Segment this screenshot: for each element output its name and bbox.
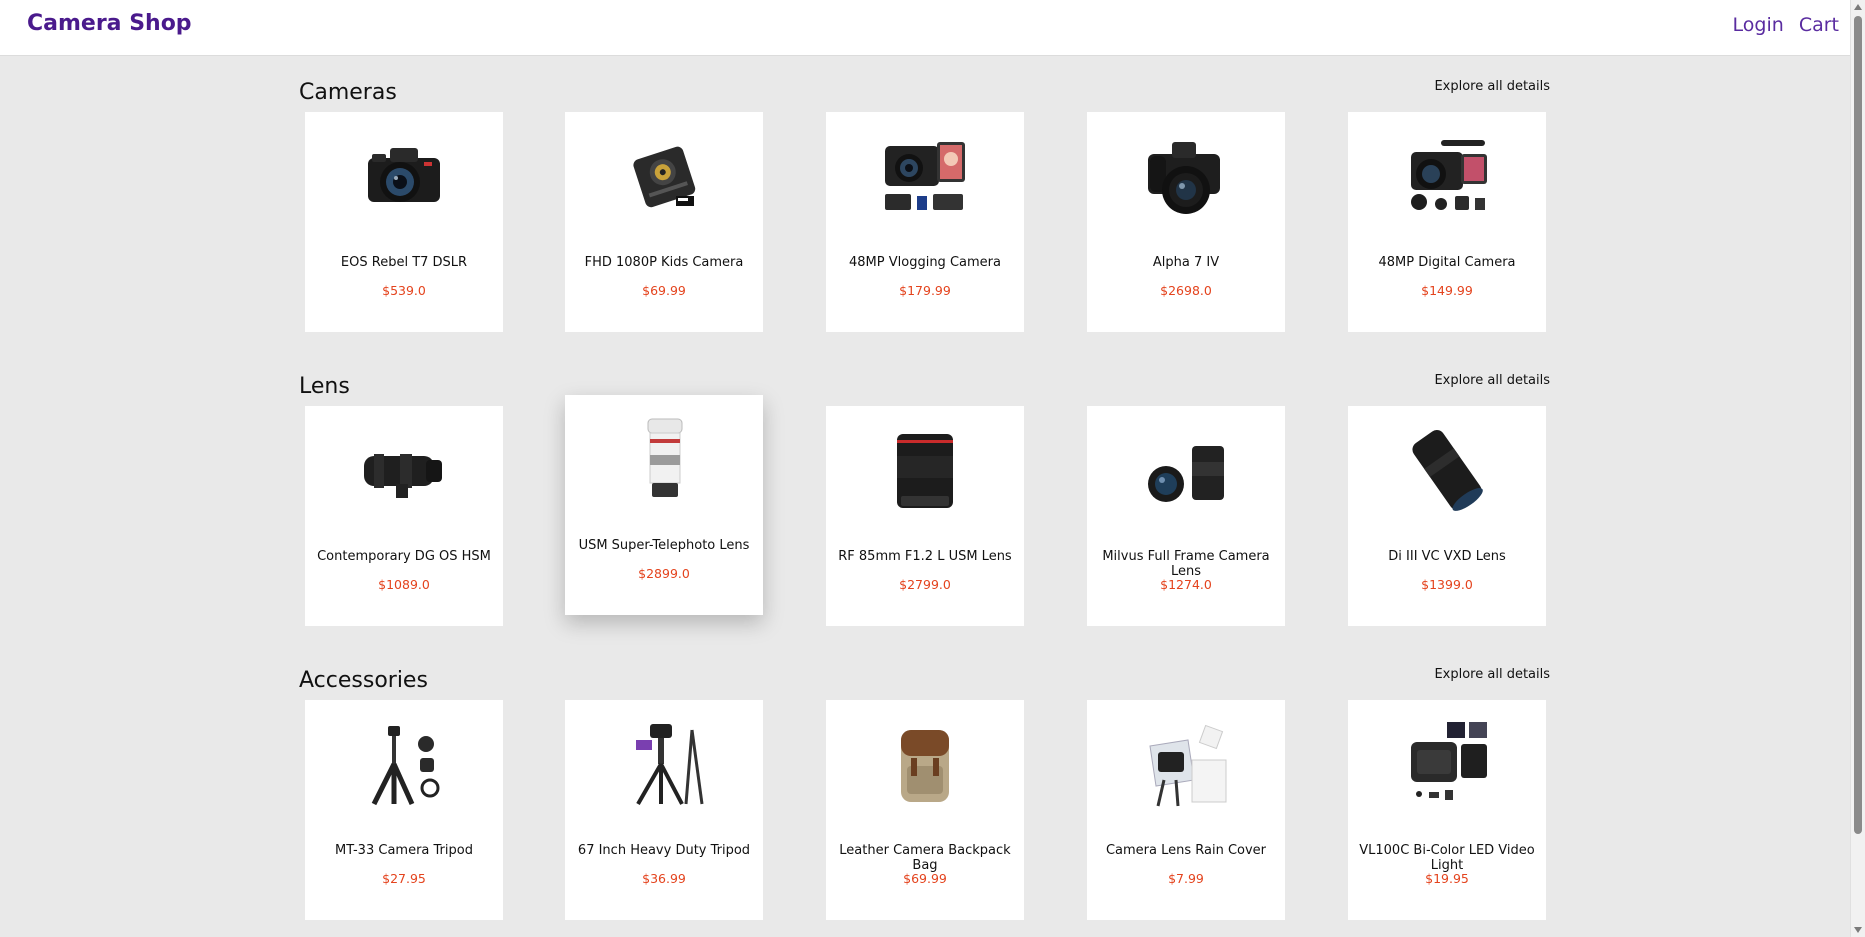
tripod-icon: [636, 724, 704, 805]
login-link[interactable]: Login: [1733, 14, 1784, 36]
product-price: $2899.0: [638, 566, 690, 581]
telephoto-lens-icon: [647, 418, 683, 497]
product-card[interactable]: MT-33 Camera Tripod $27.95: [305, 700, 503, 920]
backpack-icon: [901, 730, 949, 802]
section-cameras: Cameras Explore all details EOS Rebel T7…: [299, 79, 1550, 332]
cart-link[interactable]: Cart: [1799, 14, 1839, 36]
product-card[interactable]: Leather Camera Backpack Bag $69.99: [826, 700, 1024, 920]
scrollbar[interactable]: [1850, 0, 1865, 937]
product-card[interactable]: FHD 1080P Kids Camera $69.99: [565, 112, 763, 332]
brand-logo[interactable]: Camera Shop: [27, 11, 192, 36]
product-card[interactable]: VL100C Bi-Color LED Video Light $19.95: [1348, 700, 1546, 920]
nav-links: Login Cart: [1724, 14, 1839, 36]
product-price: $69.99: [903, 871, 947, 886]
product-card[interactable]: 67 Inch Heavy Duty Tripod $36.99: [565, 700, 763, 920]
product-price: $7.99: [1168, 871, 1204, 886]
product-name: Leather Camera Backpack Bag: [839, 843, 1011, 873]
scrollbar-thumb[interactable]: [1854, 16, 1862, 834]
product-price: $27.95: [382, 871, 426, 886]
product-name: EOS Rebel T7 DSLR: [340, 255, 468, 270]
product-name: 67 Inch Heavy Duty Tripod: [577, 843, 751, 858]
product-name: Contemporary DG OS HSM: [317, 549, 491, 564]
vlogging-camera-icon: [885, 142, 965, 210]
product-price: $36.99: [642, 871, 686, 886]
product-name: USM Super-Telephoto Lens: [578, 538, 750, 553]
full-frame-lens-icon: [1148, 446, 1224, 502]
product-price: $2799.0: [899, 577, 951, 592]
prime-lens-icon: [897, 434, 953, 508]
zoom-lens-icon: [364, 454, 442, 498]
product-name: RF 85mm F1.2 L USM Lens: [838, 549, 1012, 564]
product-card[interactable]: RF 85mm F1.2 L USM Lens $2799.0: [826, 406, 1024, 626]
mini-tripod-icon: [371, 726, 440, 806]
compact-camera-icon: [633, 146, 696, 208]
product-card[interactable]: 48MP Digital Camera $149.99: [1348, 112, 1546, 332]
product-price: $149.99: [1421, 283, 1473, 298]
macro-lens-icon: [1412, 430, 1483, 511]
product-name: 48MP Vlogging Camera: [849, 255, 1001, 270]
product-price: $1274.0: [1160, 577, 1212, 592]
product-price: $539.0: [382, 283, 426, 298]
section-lens: Lens Explore all details Contemporary DG…: [299, 373, 1550, 626]
product-name: Alpha 7 IV: [1152, 255, 1220, 270]
product-card[interactable]: Camera Lens Rain Cover $7.99: [1087, 700, 1285, 920]
product-card[interactable]: Contemporary DG OS HSM $1089.0: [305, 406, 503, 626]
rain-cover-icon: [1149, 724, 1227, 807]
product-card[interactable]: Alpha 7 IV $2698.0: [1087, 112, 1285, 332]
product-name: Milvus Full Frame Camera Lens: [1102, 549, 1270, 579]
product-name: 48MP Digital Camera: [1378, 255, 1516, 270]
product-name: MT-33 Camera Tripod: [335, 843, 473, 858]
product-price: $1089.0: [378, 577, 430, 592]
product-card[interactable]: Milvus Full Frame Camera Lens $1274.0: [1087, 406, 1285, 626]
product-price: $2698.0: [1160, 283, 1212, 298]
digital-camera-kit-icon: [1411, 140, 1487, 210]
explore-all-link[interactable]: Explore all details: [1434, 79, 1550, 94]
mirrorless-camera-icon: [1148, 142, 1220, 214]
section-accessories: Accessories Explore all details MT-33 Ca…: [299, 667, 1550, 920]
explore-all-link[interactable]: Explore all details: [1434, 667, 1550, 682]
top-bar: Camera Shop Login Cart: [0, 0, 1851, 56]
section-title: Lens: [299, 374, 350, 399]
product-price: $19.95: [1425, 871, 1469, 886]
scroll-down-icon[interactable]: [1854, 927, 1862, 933]
product-name: Camera Lens Rain Cover: [1105, 843, 1267, 858]
product-name: VL100C Bi-Color LED Video Light: [1359, 843, 1535, 873]
led-light-icon: [1411, 722, 1487, 800]
section-title: Cameras: [299, 80, 397, 105]
scroll-up-icon[interactable]: [1854, 4, 1862, 10]
product-card[interactable]: 48MP Vlogging Camera $179.99: [826, 112, 1024, 332]
section-title: Accessories: [299, 668, 428, 693]
product-price: $179.99: [899, 283, 951, 298]
product-name: FHD 1080P Kids Camera: [584, 255, 744, 270]
explore-all-link[interactable]: Explore all details: [1434, 373, 1550, 388]
product-name: Di III VC VXD Lens: [1388, 549, 1506, 564]
product-price: $1399.0: [1421, 577, 1473, 592]
product-price: $69.99: [642, 283, 686, 298]
product-card[interactable]: EOS Rebel T7 DSLR $539.0: [305, 112, 503, 332]
product-card[interactable]: USM Super-Telephoto Lens $2899.0: [565, 395, 763, 615]
product-card[interactable]: Di III VC VXD Lens $1399.0: [1348, 406, 1546, 626]
dslr-camera-icon: [368, 148, 440, 202]
